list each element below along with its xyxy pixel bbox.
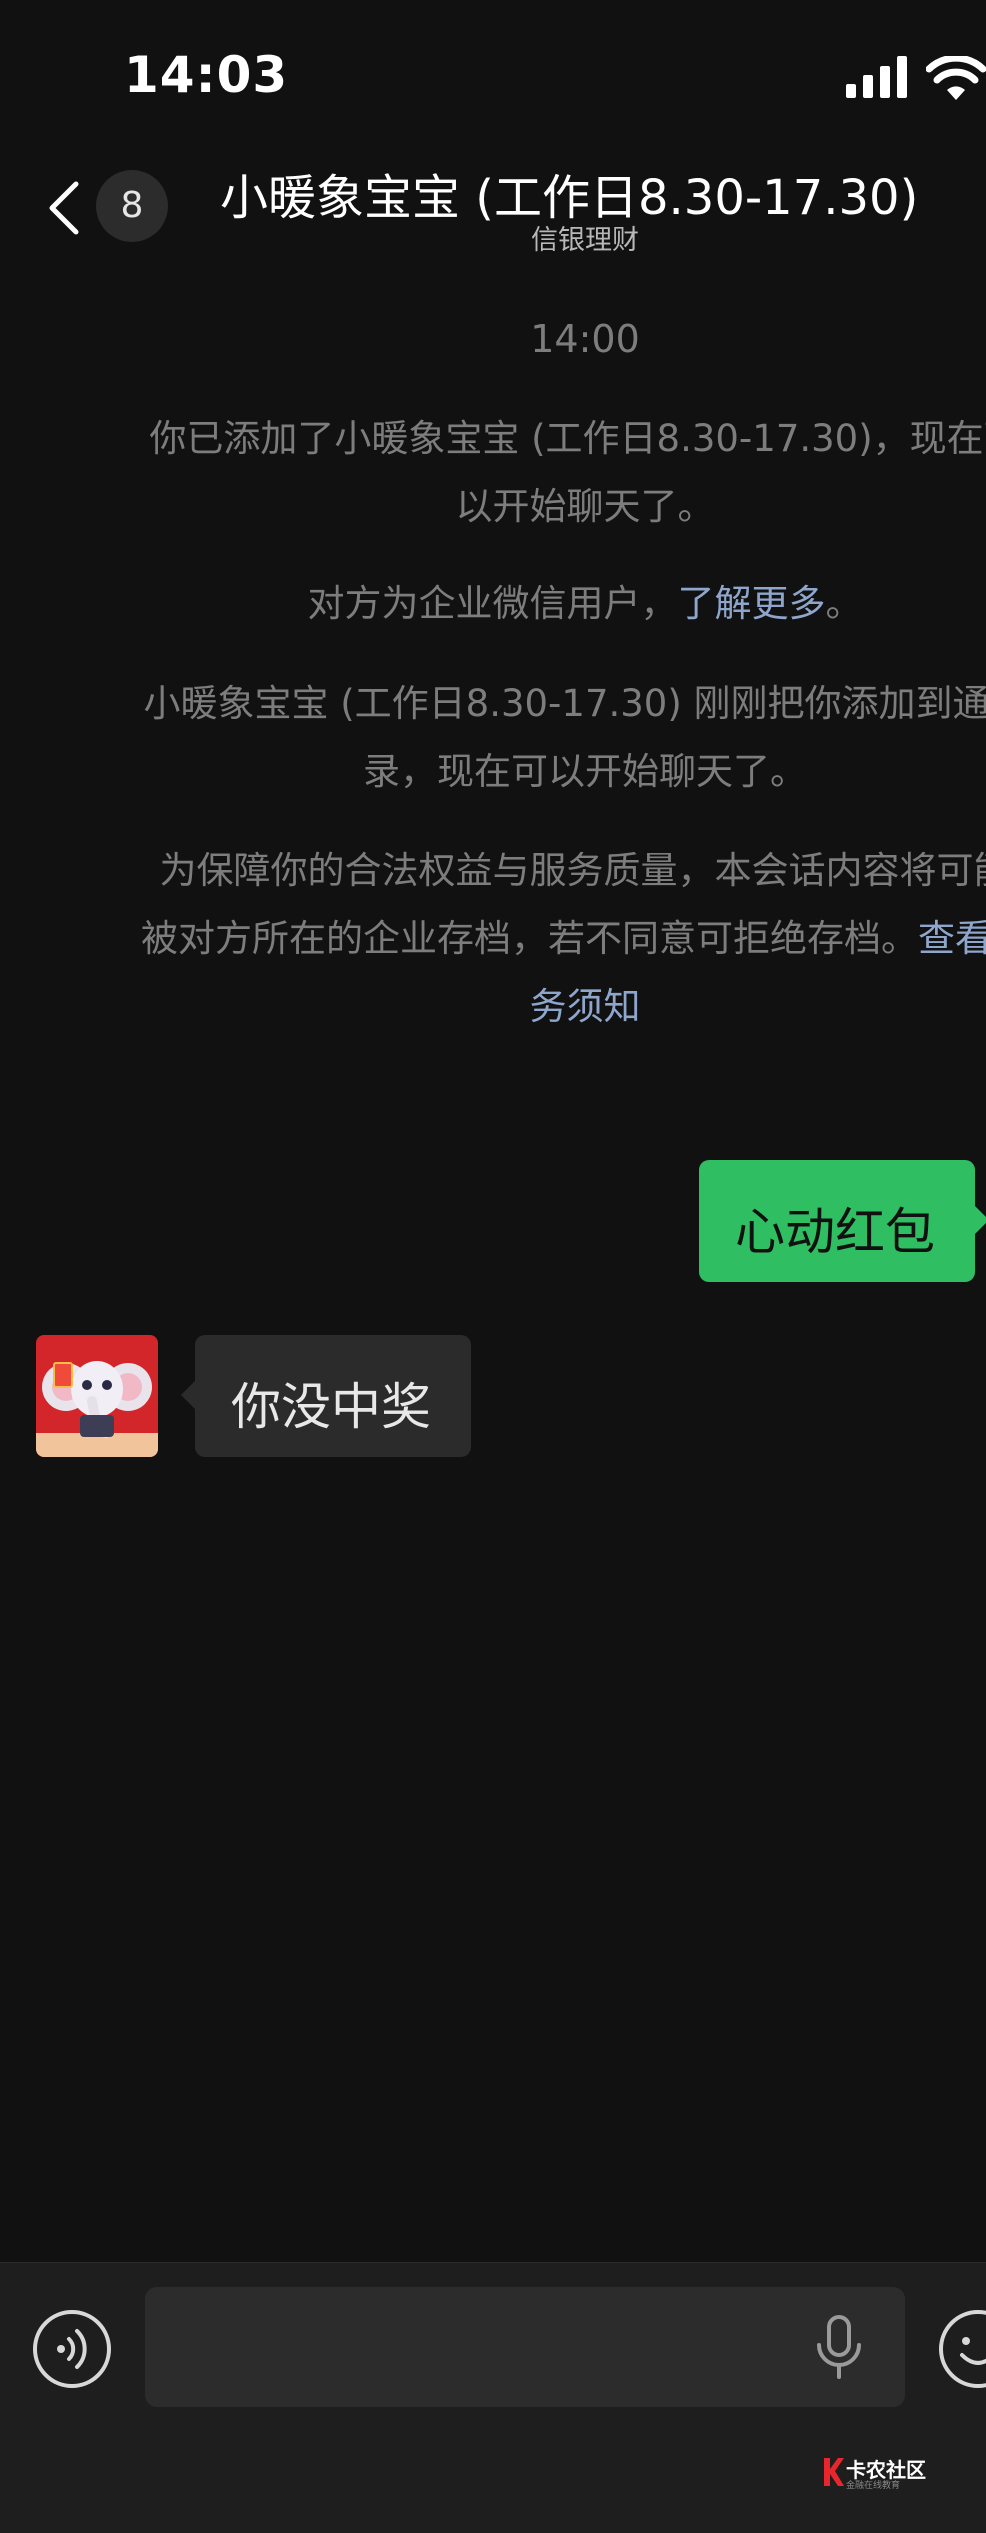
system-message-line: 被对方所在的企业存档，若不同意可拒绝存档。查看服 bbox=[0, 905, 986, 973]
system-message-text: 对方为企业微信用户， bbox=[307, 582, 678, 625]
emoji-icon[interactable] bbox=[938, 2309, 986, 2389]
system-message-contact: 小暖象宝宝 (工作日8.30-17.30) 刚刚把你添加到通讯 录，现在可以开始… bbox=[0, 670, 986, 806]
status-bar: 14:03 bbox=[0, 0, 986, 150]
microphone-icon[interactable] bbox=[812, 2315, 866, 2381]
watermark-k-icon bbox=[824, 2458, 844, 2486]
bubble-tail bbox=[975, 1206, 986, 1234]
chat-subtitle: 信银理财 bbox=[531, 225, 639, 256]
system-message-text: 被对方所在的企业存档，若不同意可拒绝存档。 bbox=[141, 917, 918, 960]
system-message-line: 你已添加了小暖象宝宝 (工作日8.30-17.30)，现在可 bbox=[149, 417, 986, 460]
service-notice-link-continued[interactable]: 务须知 bbox=[530, 985, 641, 1028]
system-message-line: 为保障你的合法权益与服务质量，本会话内容将可能 bbox=[159, 849, 986, 892]
message-text: 心动红包 bbox=[735, 1203, 935, 1261]
elephant-avatar-icon bbox=[36, 1335, 158, 1457]
status-icons bbox=[846, 56, 986, 102]
system-message-line: 录，现在可以开始聊天了。 bbox=[363, 750, 807, 793]
outgoing-message-bubble[interactable]: 心动红包 bbox=[699, 1160, 986, 1282]
voice-mode-icon[interactable] bbox=[32, 2309, 112, 2389]
message-text: 你没中奖 bbox=[231, 1378, 431, 1436]
watermark-subtext: 金融在线教育 bbox=[846, 2481, 901, 2491]
learn-more-link[interactable]: 了解更多 bbox=[678, 582, 826, 625]
status-time: 14:03 bbox=[124, 46, 289, 104]
contact-avatar[interactable] bbox=[36, 1335, 158, 1457]
system-message-archive: 为保障你的合法权益与服务质量，本会话内容将可能 被对方所在的企业存档，若不同意可… bbox=[0, 837, 986, 1041]
system-message-line: 以开始聊天了。 bbox=[455, 485, 715, 528]
system-message-text: 。 bbox=[825, 582, 863, 625]
wifi-icon bbox=[926, 56, 986, 100]
system-message-enterprise: 对方为企业微信用户，了解更多。 bbox=[0, 570, 986, 638]
bubble-tail bbox=[181, 1381, 195, 1409]
signal-bars-icon bbox=[846, 56, 907, 98]
service-notice-link[interactable]: 查看服 bbox=[918, 917, 986, 960]
chat-header: 8 小暖象宝宝 (工作日8.30-17.30) 信银理财 bbox=[0, 150, 986, 270]
system-message-added: 你已添加了小暖象宝宝 (工作日8.30-17.30)，现在可 以开始聊天了。 bbox=[0, 405, 986, 541]
watermark-logo: 卡农社区 金融在线教育 bbox=[822, 2454, 942, 2494]
incoming-message-bubble[interactable]: 你没中奖 bbox=[181, 1335, 471, 1457]
system-message-line: 小暖象宝宝 (工作日8.30-17.30) 刚刚把你添加到通讯 bbox=[143, 682, 986, 725]
system-message-line: 务须知 bbox=[0, 973, 986, 1041]
message-input[interactable] bbox=[145, 2287, 905, 2407]
message-timestamp: 14:00 bbox=[530, 317, 640, 361]
